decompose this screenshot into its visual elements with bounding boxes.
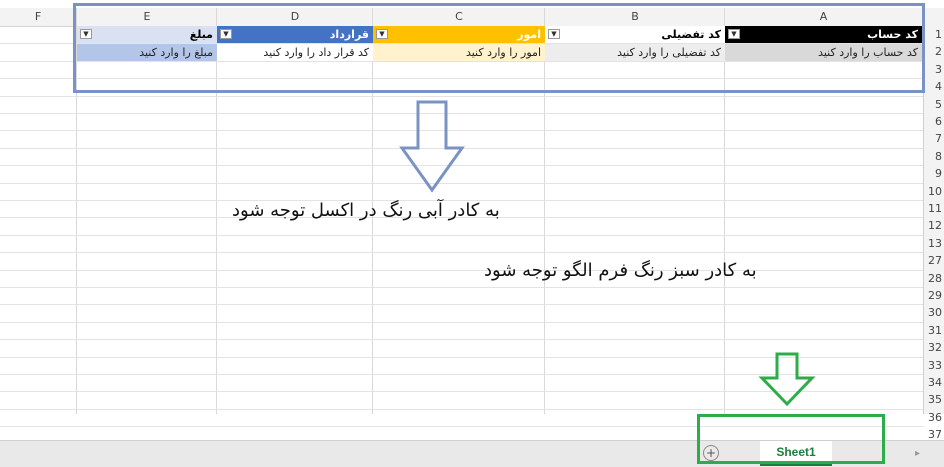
green-frame-note: به کادر سبز رنگ فرم الگو توجه شود — [484, 260, 757, 281]
grid-line — [0, 287, 924, 288]
row-header[interactable]: 36 — [924, 411, 942, 424]
row-header[interactable]: 35 — [924, 393, 942, 406]
grid-line — [0, 304, 924, 306]
row-header[interactable]: 28 — [924, 272, 942, 285]
row-header[interactable]: 32 — [924, 341, 942, 354]
column-header-f[interactable]: F — [0, 10, 76, 23]
scroll-right-icon[interactable]: ▸ — [915, 448, 920, 459]
grid-line — [0, 252, 924, 254]
row-header[interactable]: 4 — [924, 80, 942, 93]
grid-line — [0, 269, 924, 271]
blue-frame — [73, 3, 925, 93]
grid-line — [0, 339, 924, 341]
down-arrow-icon — [399, 100, 465, 193]
row-header[interactable]: 1 — [924, 28, 942, 41]
grid-line — [0, 95, 924, 97]
row-header[interactable]: 7 — [924, 132, 942, 145]
row-header[interactable]: 8 — [924, 150, 942, 163]
row-header[interactable]: 33 — [924, 359, 942, 372]
grid-line — [0, 408, 924, 410]
row-header[interactable]: 9 — [924, 167, 942, 180]
green-frame — [697, 414, 885, 464]
down-arrow-icon — [758, 352, 816, 407]
row-header[interactable]: 27 — [924, 254, 942, 267]
grid-line — [0, 321, 924, 323]
row-header[interactable]: 12 — [924, 219, 942, 232]
row-header[interactable]: 30 — [924, 306, 942, 319]
row-header[interactable]: 31 — [924, 324, 942, 337]
row-header[interactable]: 3 — [924, 63, 942, 76]
row-header[interactable]: 11 — [924, 202, 942, 215]
row-header[interactable]: 29 — [924, 289, 942, 302]
row-header[interactable]: 2 — [924, 45, 942, 58]
row-header[interactable]: 34 — [924, 376, 942, 389]
grid-line — [0, 234, 924, 236]
row-header[interactable]: 10 — [924, 185, 942, 198]
row-header[interactable]: 13 — [924, 237, 942, 250]
row-header[interactable]: 5 — [924, 98, 942, 111]
blue-frame-note: به کادر آبی رنگ در اکسل توجه شود — [232, 200, 500, 221]
row-header[interactable]: 6 — [924, 115, 942, 128]
